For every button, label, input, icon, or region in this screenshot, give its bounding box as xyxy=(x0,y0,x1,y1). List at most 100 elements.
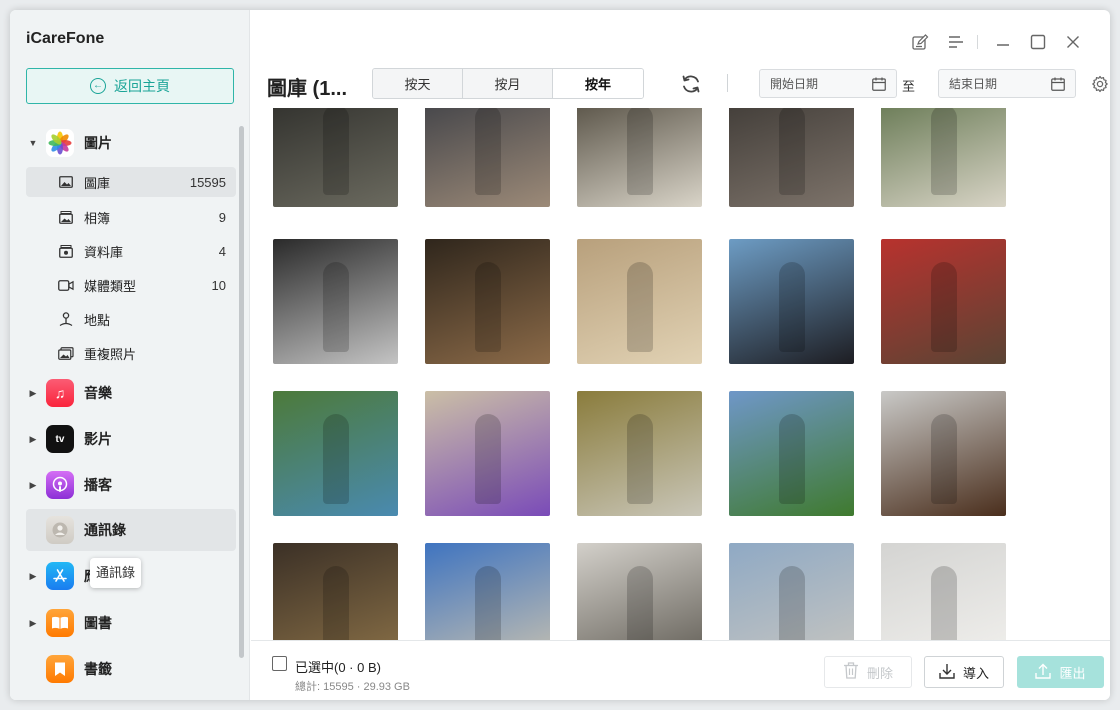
expand-right-icon[interactable]: ▶ xyxy=(26,571,40,582)
photo-subject xyxy=(322,261,349,352)
sidebar-item-database[interactable]: 資料庫 4 xyxy=(26,236,236,266)
podcasts-app-icon xyxy=(46,471,74,499)
end-date-field[interactable] xyxy=(938,69,1076,98)
photo-thumbnail[interactable] xyxy=(577,108,702,207)
apple-tv-app-icon: tv xyxy=(46,425,74,453)
tooltip: 通訊錄 xyxy=(90,558,142,588)
sidebar-item-albums[interactable]: 相簿 9 xyxy=(26,202,236,232)
photo-thumbnail[interactable] xyxy=(273,391,398,516)
album-icon xyxy=(58,210,74,224)
item-count: 15595 xyxy=(189,174,226,190)
sidebar-category-contacts[interactable]: 通訊錄 xyxy=(26,509,236,551)
photo-subject xyxy=(474,565,501,640)
photo-thumbnail[interactable] xyxy=(729,108,854,207)
photo-subject xyxy=(474,108,501,195)
photo-subject xyxy=(778,413,805,504)
photo-thumbnail[interactable] xyxy=(577,239,702,364)
photo-thumbnail[interactable] xyxy=(729,543,854,640)
photo-subject xyxy=(322,413,349,504)
expand-down-icon[interactable]: ▼ xyxy=(26,138,40,148)
expand-right-icon[interactable]: ▶ xyxy=(26,618,40,629)
export-button[interactable]: 匯出 xyxy=(1017,656,1104,688)
photo-subject xyxy=(930,261,957,352)
sidebar-scrollbar[interactable] xyxy=(239,126,244,658)
photo-thumbnail[interactable] xyxy=(425,391,550,516)
total-summary: 總計: 15595 · 29.93 GB xyxy=(295,681,410,693)
sidebar-item-duplicates[interactable]: 重複照片 xyxy=(26,338,236,368)
tab-by-day[interactable]: 按天 xyxy=(373,69,463,98)
start-date-input[interactable] xyxy=(770,76,870,91)
view-mode-tabs: 按天 按月 按年 xyxy=(372,68,644,99)
sidebar-item-media-types[interactable]: 媒體類型 10 xyxy=(26,270,236,300)
photo-thumbnail[interactable] xyxy=(881,239,1006,364)
sidebar-category-videos[interactable]: ▶ tv 影片 xyxy=(26,418,236,460)
photo-thumbnail[interactable] xyxy=(425,108,550,207)
divider xyxy=(727,74,728,92)
sidebar-item-label: 重複照片 xyxy=(84,346,137,362)
sidebar-category-bookmarks[interactable]: 書籤 xyxy=(26,648,236,690)
sidebar-item-label: 地點 xyxy=(84,312,111,328)
calendar-icon[interactable] xyxy=(1051,77,1065,96)
photo-subject xyxy=(626,413,653,504)
sidebar-category-books[interactable]: ▶ 圖書 xyxy=(26,602,236,644)
back-arrow-icon: ← xyxy=(90,78,106,94)
photo-thumbnail[interactable] xyxy=(273,543,398,640)
photo-thumbnail[interactable] xyxy=(577,391,702,516)
photo-subject xyxy=(778,261,805,352)
bookmarks-app-icon xyxy=(46,655,74,683)
maximize-icon[interactable] xyxy=(1028,32,1048,52)
photo-thumbnail[interactable] xyxy=(881,391,1006,516)
tab-by-month[interactable]: 按月 xyxy=(463,69,553,98)
photo-subject xyxy=(778,108,805,195)
expand-right-icon[interactable]: ▶ xyxy=(26,388,40,399)
delete-button[interactable]: 刪除 xyxy=(824,656,912,688)
sidebar-category-label: 音樂 xyxy=(84,385,112,401)
photo-thumbnail[interactable] xyxy=(729,239,854,364)
select-all-checkbox[interactable] xyxy=(272,656,287,671)
minimize-icon[interactable] xyxy=(993,32,1013,52)
sidebar-category-podcasts[interactable]: ▶ 播客 xyxy=(26,464,236,506)
photo-thumbnail[interactable] xyxy=(273,239,398,364)
sidebar-category-photos[interactable]: ▼ 圖片 xyxy=(26,122,236,164)
sidebar-item-places[interactable]: 地點 xyxy=(26,304,236,334)
image-icon xyxy=(58,176,74,188)
end-date-input[interactable] xyxy=(949,76,1049,91)
sidebar-item-label: 資料庫 xyxy=(84,244,124,260)
photo-grid xyxy=(251,108,1110,640)
refresh-icon[interactable] xyxy=(679,72,703,96)
back-home-label: 返回主頁 xyxy=(114,78,170,94)
sidebar-category-label: 書籤 xyxy=(84,661,112,677)
expand-right-icon[interactable]: ▶ xyxy=(26,434,40,445)
photo-thumbnail[interactable] xyxy=(881,543,1006,640)
item-count: 10 xyxy=(211,277,226,293)
close-icon[interactable] xyxy=(1063,32,1083,52)
sidebar: iCareFone ← 返回主頁 ▼ 圖片 圖庫 15595 相簿 9 資料庫 … xyxy=(10,10,250,700)
calendar-icon[interactable] xyxy=(872,77,886,96)
app-window: iCareFone ← 返回主頁 ▼ 圖片 圖庫 15595 相簿 9 資料庫 … xyxy=(10,10,1110,700)
photo-thumbnail[interactable] xyxy=(425,239,550,364)
books-app-icon xyxy=(46,609,74,637)
photo-thumbnail[interactable] xyxy=(729,391,854,516)
photo-thumbnail[interactable] xyxy=(577,543,702,640)
import-button[interactable]: 導入 xyxy=(924,656,1004,688)
item-count: 9 xyxy=(218,209,226,225)
photo-subject xyxy=(778,565,805,640)
back-home-button[interactable]: ← 返回主頁 xyxy=(26,68,234,104)
tab-by-year[interactable]: 按年 xyxy=(553,69,643,98)
start-date-field[interactable] xyxy=(759,69,897,98)
photo-thumbnail[interactable] xyxy=(273,108,398,207)
location-pin-icon xyxy=(58,311,74,327)
menu-icon[interactable] xyxy=(946,32,966,52)
photo-subject xyxy=(626,565,653,640)
expand-right-icon[interactable]: ▶ xyxy=(26,480,40,491)
photo-thumbnail[interactable] xyxy=(425,543,550,640)
photo-thumbnail[interactable] xyxy=(881,108,1006,207)
photo-subject xyxy=(474,413,501,504)
contacts-app-icon xyxy=(46,516,74,544)
import-label: 導入 xyxy=(962,665,989,681)
feedback-edit-icon[interactable] xyxy=(910,32,930,52)
sidebar-category-music[interactable]: ▶ ♫ 音樂 xyxy=(26,372,236,414)
music-app-icon: ♫ xyxy=(46,379,74,407)
sidebar-item-library[interactable]: 圖庫 15595 xyxy=(26,167,236,197)
settings-gear-icon[interactable] xyxy=(1090,74,1110,94)
